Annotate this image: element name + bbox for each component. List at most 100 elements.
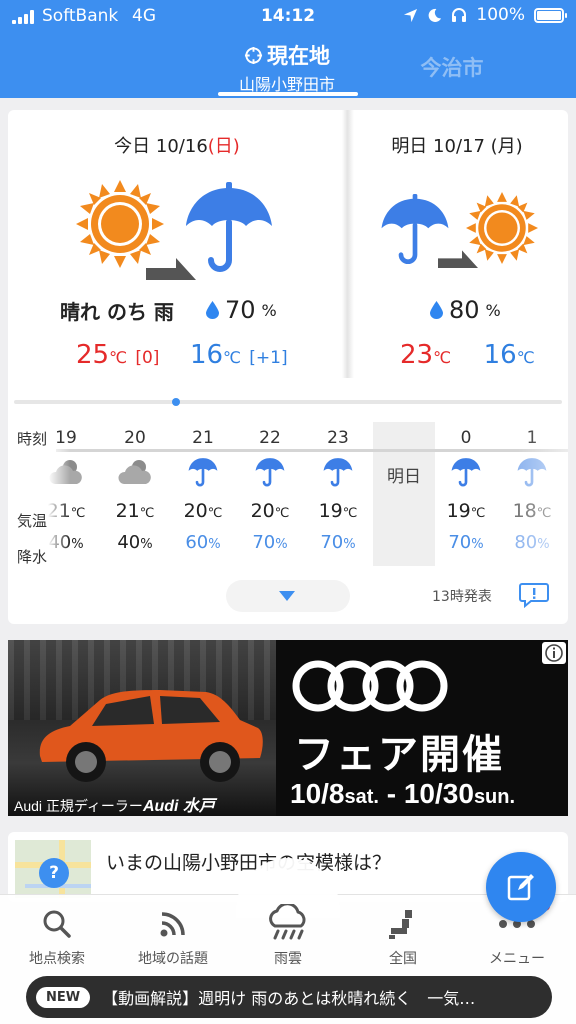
ad-date-end: 10/30	[403, 778, 474, 809]
tomorrow-forecast[interactable]: 明日 10/17 (月) 80% 23℃ 16℃	[346, 110, 568, 378]
tomorrow-low: 16	[483, 340, 517, 370]
nav-search-label: 地点検索	[29, 951, 85, 967]
hourly-precip-unit: %	[275, 537, 288, 552]
hourly-temp: 20℃	[240, 500, 300, 522]
nav-nationwide-label: 全国	[389, 951, 417, 967]
tomorrow-precip-value: 80	[449, 296, 480, 324]
today-precip-value: 70	[225, 296, 256, 324]
hourly-item: 21 20℃ 60%	[173, 428, 233, 553]
tomorrow-precip-unit: %	[485, 300, 501, 320]
tomorrow-date: 明日 10/17 (月)	[391, 136, 523, 157]
tab-current-location[interactable]: 現在地 山陽小野田市	[212, 40, 362, 95]
nav-rain-cloud[interactable]: 雨雲	[233, 904, 343, 968]
status-right: 100%	[403, 5, 567, 25]
ad-car-photo: Audi 正規ディーラーAudi 水戸	[8, 640, 276, 816]
forecast-card: 今日 10/16(日) 晴れ のち 雨 70 % 25℃ [0] 16℃ [+1…	[8, 110, 568, 624]
location-arrow-icon	[404, 8, 418, 22]
tomorrow-high-unit: ℃	[433, 348, 452, 367]
search-icon	[43, 910, 71, 938]
sky-report-title: いまの山陽小野田市の空模様は？	[106, 852, 392, 874]
ad-banner[interactable]: Audi 正規ディーラーAudi 水戸 フェア開催 10/8sat. - 10/…	[8, 640, 568, 816]
question-pin-icon: ?	[39, 858, 69, 888]
header: SoftBank 4G 14:12 100% 現在地 山陽小野田市 今治市	[0, 0, 576, 98]
today-weather-text: 晴れ のち 雨	[60, 300, 174, 324]
edit-icon	[507, 874, 534, 901]
hourly-forecast[interactable]: 時刻 気温 降水 1921℃40%2021℃40%2120℃60%2220℃70…	[8, 420, 568, 570]
tomorrow-high: 23	[400, 340, 434, 370]
today-date-text: 今日 10/16	[114, 136, 208, 157]
today-forecast[interactable]: 今日 10/16(日) 晴れ のち 雨 70 % 25℃ [0] 16℃ [+1…	[8, 110, 346, 378]
ad-date-start: 10/8	[290, 778, 345, 809]
hourly-hour: 20	[124, 428, 146, 448]
today-high: 25	[76, 340, 110, 370]
hourly-temp-unit: ℃	[207, 506, 223, 521]
umbrella-icon	[308, 448, 368, 496]
today-low: 16	[189, 340, 224, 370]
hourly-precip: 40%	[105, 532, 165, 553]
status-bar: SoftBank 4G 14:12 100%	[0, 0, 576, 34]
tomorrow-low-unit: ℃	[516, 348, 535, 367]
news-ticker[interactable]: NEW 【動画解説】週明け 雨のあとは秋晴れ続く 一気…	[26, 976, 552, 1018]
hourly-precip-value: 60	[185, 532, 209, 553]
raindrop-icon	[206, 301, 219, 319]
feedback-icon[interactable]	[519, 582, 549, 608]
hourly-precip-unit: %	[343, 537, 356, 552]
ad-dealer-name: Audi 水戸	[142, 798, 215, 815]
car-image	[39, 690, 263, 782]
ticker-text: 【動画解説】週明け 雨のあとは秋晴れ続く 一気…	[102, 989, 476, 1008]
nav-menu-label: メニュー	[489, 951, 545, 967]
page-slider-track[interactable]	[14, 400, 562, 404]
tab-imabari[interactable]: 今治市	[402, 52, 502, 82]
hourly-temp-unit: ℃	[139, 506, 155, 521]
hourly-temp-unit: ℃	[70, 506, 86, 521]
sun-icon	[76, 180, 164, 268]
hourly-temp-value: 19	[318, 500, 343, 522]
hourly-precip-unit: %	[208, 537, 221, 552]
hourly-temp-value: 19	[446, 500, 471, 522]
hourly-precip-value: 70	[252, 532, 276, 553]
hourly-precip-value: 40	[117, 532, 141, 553]
hourly-temp-value: 21	[115, 500, 140, 522]
scroll-fade-right	[518, 422, 568, 572]
umbrella-icon	[240, 448, 300, 496]
hourly-hour: 0	[460, 428, 472, 448]
hourly-temp: 19℃	[308, 500, 368, 522]
japan-map-icon	[389, 910, 412, 939]
nav-search[interactable]: 地点検索	[2, 906, 112, 968]
ad-dates: 10/8sat. - 10/30sun.	[290, 778, 515, 810]
hourly-item: 0 19℃ 70%	[436, 428, 496, 553]
scroll-fade-left	[48, 446, 70, 576]
page-slider-dot[interactable]	[172, 398, 180, 406]
today-low-diff: [+1]	[249, 348, 288, 368]
ad-info-icon[interactable]	[542, 642, 566, 664]
hourly-hour: 21	[192, 428, 214, 448]
umbrella-icon	[186, 182, 272, 272]
ad-dealer-prefix: Audi 正規ディーラー	[14, 798, 143, 814]
hourly-precip-unit: %	[140, 537, 153, 552]
chevron-down-icon	[279, 591, 295, 601]
hourly-hour: 23	[327, 428, 349, 448]
umbrella-icon	[436, 448, 496, 496]
today-weekday: (日)	[207, 136, 240, 157]
today-precip-unit: %	[261, 300, 277, 320]
expand-hourly-button[interactable]	[226, 580, 350, 612]
hourly-precip-value: 70	[448, 532, 472, 553]
nav-nationwide[interactable]: 全国	[348, 906, 458, 968]
battery-percent: 100%	[476, 5, 525, 25]
ad-fair-text: フェア開催	[294, 732, 504, 778]
nav-local-topics-label: 地域の話題	[138, 951, 208, 967]
hourly-temp-unit: ℃	[470, 506, 486, 521]
hourly-hour: 19	[55, 428, 77, 448]
hourly-precip-unit: %	[71, 537, 84, 552]
ad-end-day: sun.	[473, 786, 516, 808]
nav-local-topics[interactable]: 地域の話題	[118, 906, 228, 968]
nav-rain-cloud-label: 雨雲	[274, 951, 302, 967]
post-report-button[interactable]	[486, 852, 556, 922]
moon-icon	[429, 8, 442, 22]
audi-rings-logo	[292, 660, 448, 712]
sun-icon	[466, 192, 538, 264]
umbrella-icon	[173, 448, 233, 496]
raindrop-icon	[430, 301, 443, 319]
hourly-precip: 70%	[308, 532, 368, 553]
headphones-icon	[452, 8, 467, 22]
